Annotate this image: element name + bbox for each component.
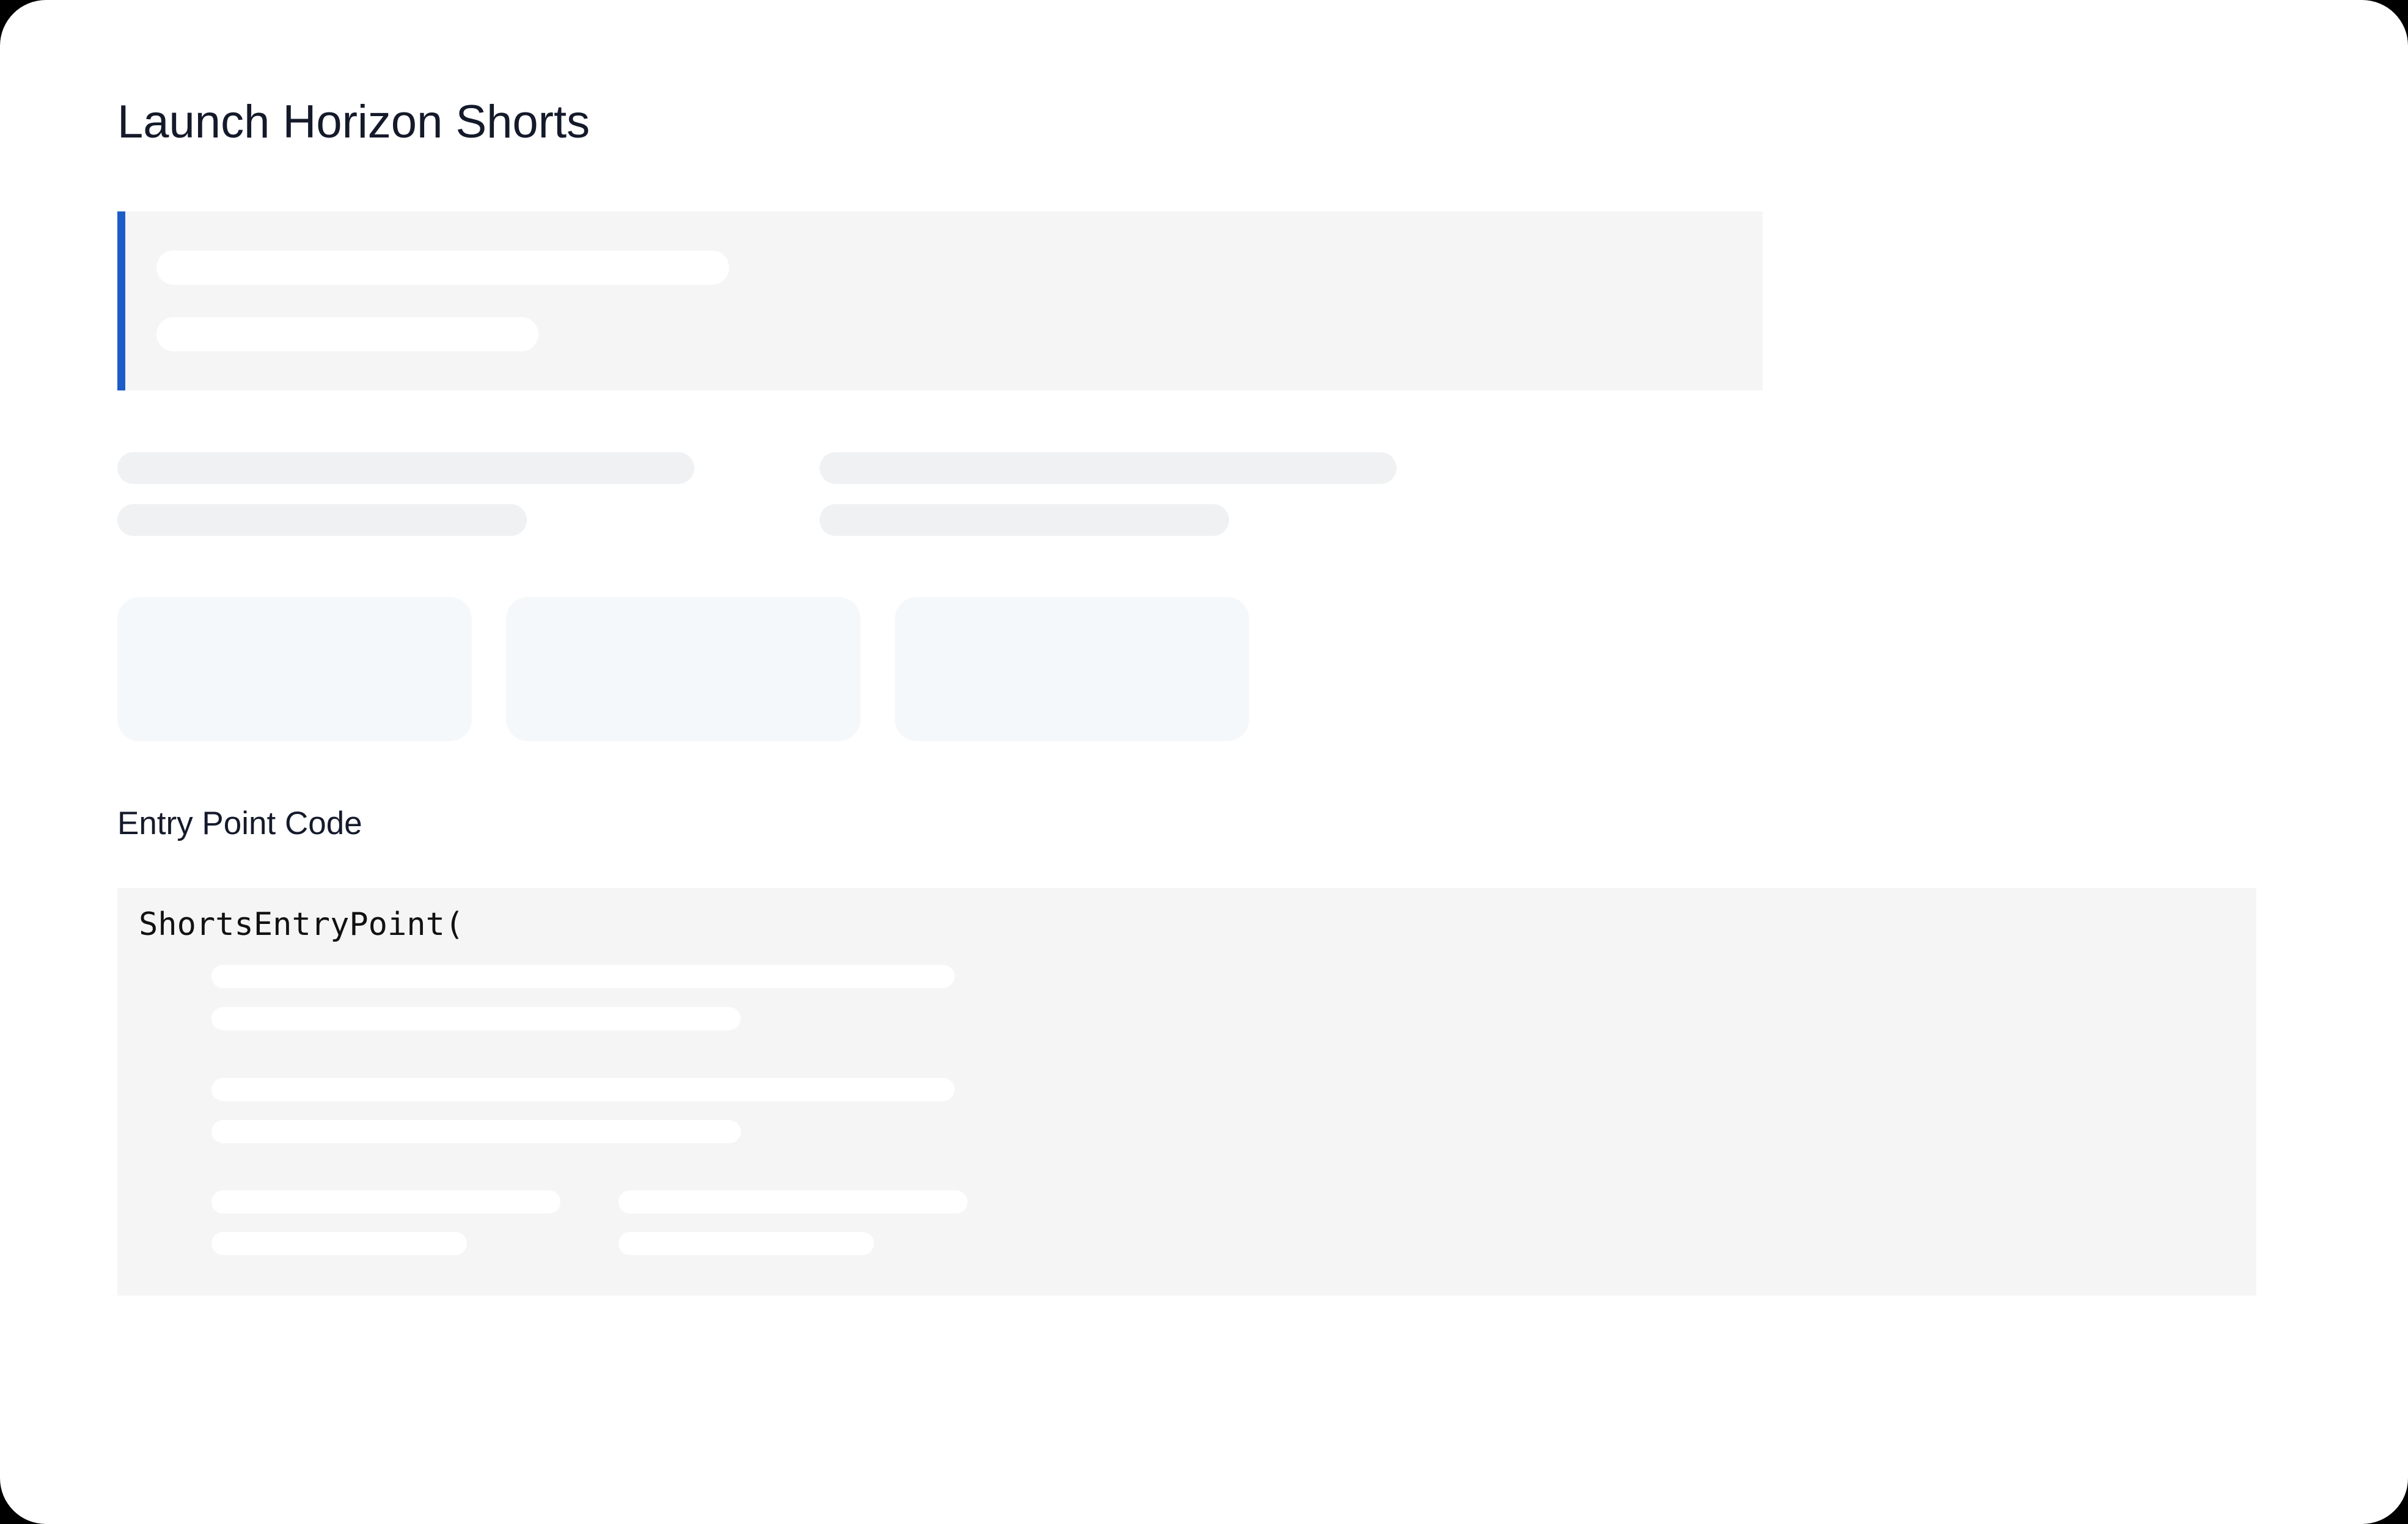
code-skeleton-line <box>211 1078 955 1101</box>
callout-skeleton-line-2 <box>156 317 538 351</box>
info-callout-skeleton <box>117 211 1763 390</box>
section-label-entry-point-code: Entry Point Code <box>117 805 362 841</box>
page-title: Launch Horizon Shorts <box>117 96 590 148</box>
code-block: ShortsEntryPoint( <box>117 888 2256 1295</box>
detail-skeleton-right-line-2 <box>820 504 1229 536</box>
callout-skeleton-line-1 <box>156 251 729 285</box>
app-window: Launch Horizon Shorts Entry Point Code S… <box>0 0 2408 1524</box>
detail-skeleton-left-line-2 <box>117 504 527 536</box>
code-line-entry-point: ShortsEntryPoint( <box>139 906 464 943</box>
code-skeleton-line <box>211 1190 560 1214</box>
stat-tile-skeleton-1 <box>117 597 472 741</box>
code-skeleton-line <box>211 965 955 988</box>
stat-tile-skeleton-2 <box>506 597 861 741</box>
code-skeleton-line <box>211 1232 467 1255</box>
code-skeleton-line <box>211 1120 741 1143</box>
detail-skeleton-right-line-1 <box>820 452 1397 484</box>
detail-skeleton-left-line-1 <box>117 452 694 484</box>
stat-tile-skeleton-3 <box>895 597 1249 741</box>
code-skeleton-line <box>619 1232 874 1255</box>
code-skeleton-line <box>211 1007 741 1030</box>
code-skeleton-line <box>619 1190 967 1214</box>
